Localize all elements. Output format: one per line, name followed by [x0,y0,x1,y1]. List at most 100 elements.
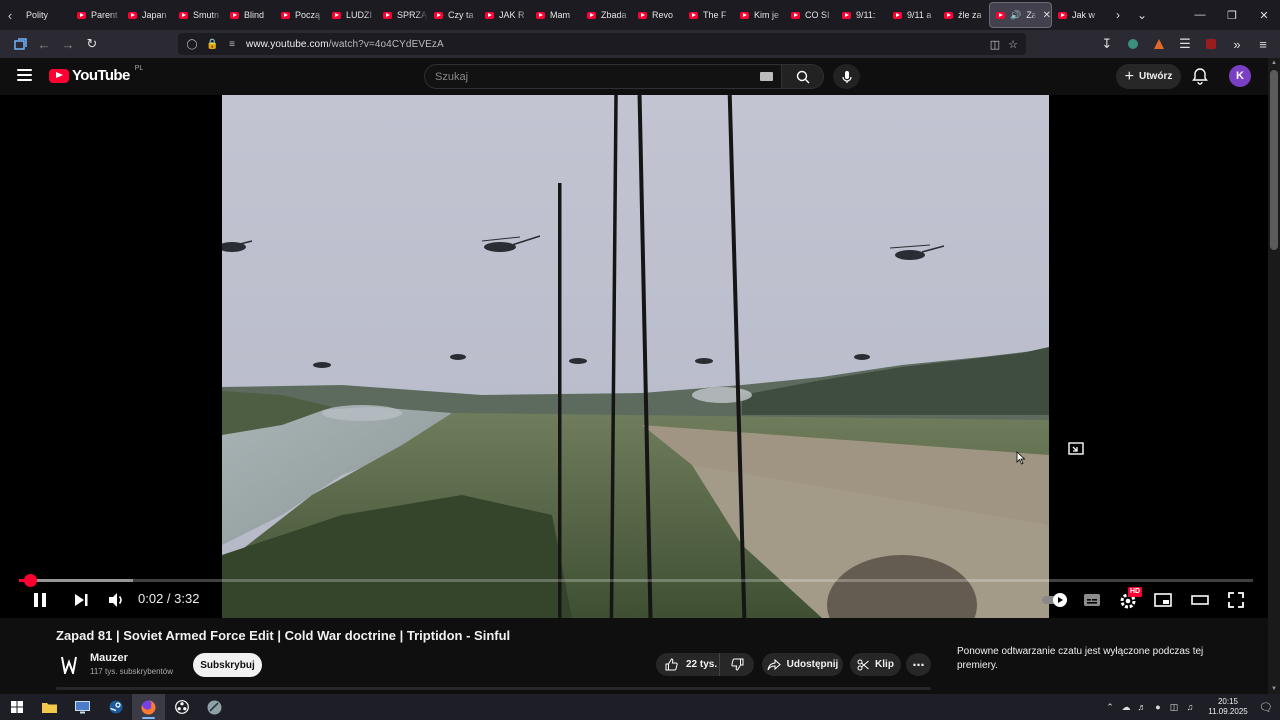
dislike-button[interactable] [720,653,754,676]
microphone-tray-icon[interactable]: ● [1150,702,1166,712]
network-icon[interactable]: ◫ [1166,702,1182,713]
like-button[interactable]: 22 tys. [656,653,720,676]
share-button[interactable]: Udostępnij [762,653,843,676]
taskbar-firefox[interactable] [132,694,165,720]
tab-list-dropdown-icon[interactable]: ⌄ [1130,8,1154,22]
browser-tab[interactable]: LUDZI [326,2,377,28]
taskbar-computer[interactable] [66,694,99,720]
close-window-icon[interactable]: ✕ [1248,0,1280,30]
scroll-down-icon[interactable]: ▼ [1271,686,1277,692]
volume-tray-icon[interactable]: ♫ [1182,702,1198,712]
browser-tab[interactable]: Japan [122,2,173,28]
browser-tab[interactable]: 9/11 a [887,2,938,28]
browser-tab[interactable]: Kim je [734,2,785,28]
theater-mode-button[interactable] [1190,590,1210,610]
miniplayer-icon[interactable] [1067,440,1085,458]
browser-tab[interactable]: SPRZĄ [377,2,428,28]
youtube-logo[interactable]: YouTube PL [49,65,143,84]
autoplay-toggle[interactable] [1040,590,1070,610]
notifications-bell-icon[interactable] [1191,67,1209,85]
tab-audio-icon[interactable]: 🔊 [1010,10,1021,21]
clip-button[interactable]: Klip [850,653,901,676]
windows-taskbar: ⌃ ☁ ♬ ● ◫ ♫ 20:15 11.09.2025 🗨 [0,694,1280,720]
settings-button[interactable]: HD [1118,587,1143,610]
subtitles-button[interactable] [1082,590,1102,610]
browser-tab[interactable]: źle za [938,2,989,28]
browser-tab[interactable]: 9/11: [836,2,887,28]
voice-search-button[interactable] [833,64,860,89]
miniplayer-button[interactable] [1153,590,1173,610]
channel-name[interactable]: Mauzer [90,652,128,664]
speaker-icon[interactable]: ♬ [1134,702,1150,712]
video-frame[interactable] [222,95,1049,618]
minimize-icon[interactable]: — [1184,0,1216,30]
tracking-shield-icon[interactable]: ◯ [186,39,198,50]
url-text[interactable]: www.youtube.com/watch?v=4o4CYdEVEzA [246,39,444,50]
cloud-icon[interactable]: ☁ [1118,702,1134,713]
more-actions-button[interactable]: ⋯ [906,653,931,676]
keyboard-icon[interactable] [760,72,773,81]
close-tab-icon[interactable]: ✕ [1043,10,1051,21]
extensions-puzzle-icon[interactable]: ☰ [1174,32,1196,56]
scrubber-handle[interactable] [24,574,38,587]
clock[interactable]: 20:15 11.09.2025 [1204,697,1252,717]
fullscreen-button[interactable] [1226,590,1246,610]
browser-tab[interactable]: Blind [224,2,275,28]
subscribe-button[interactable]: Subskrybuj [193,653,262,677]
browser-tab[interactable]: Parent [71,2,122,28]
browser-tab[interactable]: CO SI [785,2,836,28]
tabs-scroll-right-icon[interactable]: › [1106,8,1130,22]
video-player[interactable]: 0:02 / 3:32 HD [0,95,1268,618]
lock-icon[interactable]: 🔒 [206,39,218,50]
app-menu-icon[interactable]: ≡ [1252,32,1274,56]
browser-tab[interactable]: Czy ta [428,2,479,28]
search-button[interactable] [782,64,824,89]
tab-view-icon[interactable] [8,32,32,56]
restore-icon[interactable]: ❐ [1216,0,1248,30]
taskbar-app-icon[interactable] [198,694,231,720]
progress-bar[interactable] [19,574,1253,587]
extension-fox-icon[interactable] [1148,32,1170,56]
taskbar-steam[interactable] [99,694,132,720]
volume-button[interactable] [106,590,126,610]
browser-tab[interactable]: Polity [20,2,71,28]
search-icon [796,70,809,83]
pause-button[interactable] [30,590,50,610]
extension-ublock-icon[interactable] [1200,32,1222,56]
browser-tab[interactable]: Revo [632,2,683,28]
taskbar-file-explorer[interactable] [33,694,66,720]
browser-tab[interactable]: Mam [530,2,581,28]
browser-tab[interactable]: JAK R [479,2,530,28]
download-icon[interactable]: ↧ [1096,32,1118,56]
channel-avatar[interactable] [56,652,82,678]
search-input[interactable]: Szukaj [424,64,782,89]
taskbar-obs[interactable] [165,694,198,720]
browser-tab-active[interactable]: 🔊 Zap ✕ [989,2,1052,28]
browser-tab[interactable]: Począ [275,2,326,28]
address-bar[interactable]: ◯ 🔒 ≡ www.youtube.com/watch?v=4o4CYdEVEz… [178,33,1026,55]
browser-tab[interactable]: Smutn [173,2,224,28]
guide-menu-icon[interactable] [17,69,32,81]
start-button[interactable] [0,694,33,720]
create-button[interactable]: + Utwórz [1116,64,1181,89]
scrollbar-thumb[interactable] [1270,70,1278,250]
next-button[interactable] [71,590,91,610]
bookmark-star-icon[interactable]: ☆ [1008,38,1018,51]
account-avatar[interactable]: K [1229,65,1251,87]
tabs-scroll-left-icon[interactable]: ‹ [0,0,20,30]
browser-tab[interactable]: Zbada [581,2,632,28]
volume-icon [109,593,122,607]
picture-in-picture-icon[interactable]: ◫ [990,38,1000,51]
reload-icon[interactable]: ↻ [80,32,104,56]
overflow-menu-icon[interactable]: » [1226,32,1248,56]
permissions-icon[interactable]: ≡ [226,39,238,50]
tray-overflow-icon[interactable]: ⌃ [1102,702,1118,713]
extension-shield-icon[interactable] [1122,32,1144,56]
notifications-icon[interactable]: 🗨 [1252,701,1280,714]
forward-icon[interactable]: → [56,32,80,56]
browser-tab[interactable]: Jak w [1052,2,1103,28]
back-icon[interactable]: ← [32,32,56,56]
page-scrollbar[interactable]: ▲ ▼ [1268,58,1280,694]
scroll-up-icon[interactable]: ▲ [1271,60,1277,66]
browser-tab[interactable]: The F [683,2,734,28]
